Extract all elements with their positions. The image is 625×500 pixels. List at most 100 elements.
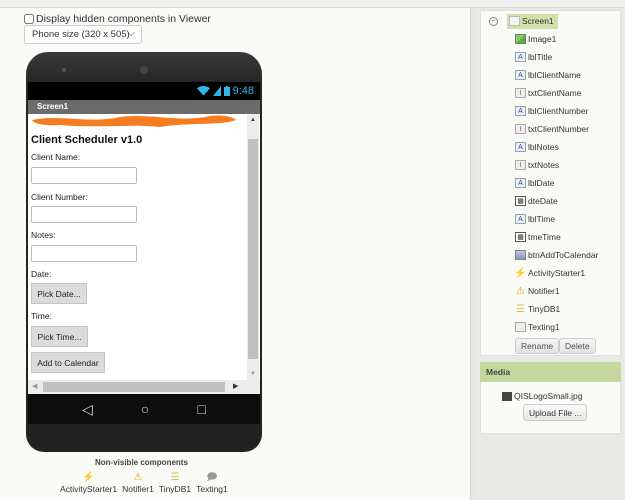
home-icon[interactable]: ○ [141, 401, 149, 417]
tree-item-label: lblClientName [528, 70, 581, 80]
vertical-scroll-thumb[interactable] [248, 139, 258, 359]
horizontal-scrollbar[interactable]: ◀ ▶ [28, 380, 260, 394]
scroll-up-arrow-icon[interactable]: ▲ [247, 117, 259, 123]
add-to-calendar-button[interactable]: Add to Calendar [31, 352, 105, 373]
client-number-label: Client Number: [31, 192, 88, 202]
tree-item-label: Notifier1 [528, 286, 560, 296]
nonvisible-item[interactable]: 🗩 Texting1 [196, 472, 228, 494]
media-panel: QISLogoSmall.jpg Upload File ... [480, 382, 621, 434]
nonvisible-label: Texting1 [196, 484, 228, 494]
tree-item[interactable]: ⚡ ActivityStarter1 [514, 266, 586, 280]
scroll-right-arrow-icon[interactable]: ▶ [233, 382, 238, 390]
display-hidden-toggle[interactable]: Display hidden components in Viewer [24, 13, 211, 25]
tree-item[interactable]: btnAddToCalendar [515, 248, 598, 262]
tree-item[interactable]: A lblTitle [515, 50, 552, 64]
back-icon[interactable]: ◁ [82, 401, 93, 418]
tree-selected[interactable]: Screen1 [507, 13, 558, 29]
tree-item-label: lblTitle [528, 52, 553, 62]
tree-item-label: ActivityStarter1 [528, 268, 586, 278]
collapse-icon[interactable]: − [489, 16, 498, 26]
tree-item[interactable]: A lblNotes [515, 140, 559, 154]
tree-item[interactable]: Texting1 [515, 320, 560, 334]
nonvisible-item[interactable]: ☰ TinyDB1 [159, 472, 191, 494]
tree-item[interactable]: I txtNotes [515, 158, 559, 172]
display-hidden-checkbox[interactable] [24, 14, 34, 24]
screen-title: Screen1 [37, 102, 69, 111]
wifi-icon [196, 86, 210, 96]
tree-item[interactable]: ☰ TinyDB1 [515, 302, 560, 316]
nonvisible-label: Notifier1 [122, 484, 154, 494]
nonvisible-item[interactable]: ⚡ ActivityStarter1 [60, 472, 117, 494]
tree-item-label: Texting1 [528, 322, 560, 332]
media-file-name: QISLogoSmall.jpg [514, 391, 583, 401]
image-file-icon [502, 391, 512, 401]
vertical-scrollbar[interactable]: ▲ ▼ [247, 114, 259, 380]
app-title-label: Client Scheduler v1.0 [31, 134, 143, 146]
textbox-icon: I [515, 88, 526, 98]
redacted-image [32, 115, 236, 127]
horizontal-scroll-thumb[interactable] [43, 382, 225, 392]
label-icon: A [515, 70, 526, 80]
tree-item[interactable]: ▦ dteDate [515, 194, 558, 208]
tree-item-label: txtNotes [528, 160, 560, 170]
phone-camera-icon [140, 66, 148, 74]
recents-icon[interactable]: □ [197, 401, 205, 417]
speech-bubble-icon: 🗩 [206, 472, 218, 483]
client-name-input[interactable] [31, 167, 137, 184]
tree-item[interactable]: I txtClientNumber [515, 122, 589, 136]
database-icon: ☰ [516, 303, 525, 315]
chevron-down-icon: ⌵ [127, 28, 135, 39]
label-icon: A [515, 214, 526, 224]
phone-preview: 9:48 Screen1 Client Scheduler v1.0 Clien… [26, 52, 262, 452]
tree-item-label: lblTime [528, 214, 556, 224]
notes-input[interactable] [31, 245, 137, 262]
tree-item[interactable]: A lblClientNumber [515, 104, 588, 118]
tree-item-label: dteDate [528, 196, 558, 206]
tree-item[interactable]: A lblDate [515, 176, 554, 190]
media-header: Media [480, 362, 621, 382]
client-number-input[interactable] [31, 206, 137, 223]
tree-item-label: lblClientNumber [528, 106, 589, 116]
notes-label: Notes: [31, 230, 56, 240]
components-tree: − Screen1 Image1 A lblTitle A lblClientN… [480, 10, 621, 356]
status-bar: 9:48 [28, 82, 260, 100]
tree-item-screen1[interactable]: − Screen1 [489, 13, 558, 29]
screen-title-bar: Screen1 [28, 100, 260, 114]
delete-button[interactable]: Delete [559, 338, 596, 354]
scroll-down-arrow-icon[interactable]: ▼ [247, 371, 259, 377]
nonvisible-label: ActivityStarter1 [60, 484, 118, 494]
database-icon: ☰ [170, 472, 180, 483]
speech-bubble-icon [515, 322, 526, 332]
tree-item-label: btnAddToCalendar [528, 250, 599, 260]
nonvisible-label: TinyDB1 [158, 484, 192, 494]
tree-item-label: TinyDB1 [528, 304, 561, 314]
tree-item[interactable]: ⚠ Notifier1 [515, 284, 560, 298]
tree-item[interactable]: ▦ tmeTime [515, 230, 561, 244]
image-icon [515, 34, 526, 44]
nonvisible-item[interactable]: ⚠ Notifier1 [122, 472, 154, 494]
app-screen: Client Scheduler v1.0 Client Name: Clien… [28, 114, 260, 394]
phone-sensor-icon [62, 68, 66, 72]
tree-item[interactable]: I txtClientName [515, 86, 581, 100]
tree-item[interactable]: Image1 [515, 32, 556, 46]
lightning-icon: ⚡ [82, 472, 95, 483]
nonvisible-list: ⚡ ActivityStarter1 ⚠ Notifier1 ☰ TinyDB1… [60, 472, 228, 494]
tree-item[interactable]: A lblClientName [515, 68, 581, 82]
status-time: 9:48 [232, 85, 254, 97]
label-icon: A [515, 178, 526, 188]
pick-date-button[interactable]: Pick Date... [31, 283, 87, 304]
pick-time-button[interactable]: Pick Time... [31, 326, 88, 347]
client-name-label: Client Name: [31, 152, 81, 162]
phone-size-select[interactable]: Phone size (320 x 505) ⌵ [24, 25, 142, 44]
datepicker-icon: ▦ [515, 196, 526, 206]
tree-item-label: lblDate [528, 178, 555, 188]
upload-file-button[interactable]: Upload File ... [523, 404, 588, 421]
textbox-icon: I [515, 124, 526, 134]
tree-item-label: lblNotes [528, 142, 559, 152]
rename-button[interactable]: Rename [515, 338, 560, 354]
tree-item[interactable]: A lblTime [515, 212, 555, 226]
warning-icon: ⚠ [516, 285, 525, 297]
media-file-item[interactable]: QISLogoSmall.jpg [502, 391, 583, 401]
tree-item-label: Image1 [528, 34, 557, 44]
scroll-left-arrow-icon[interactable]: ◀ [32, 382, 37, 390]
